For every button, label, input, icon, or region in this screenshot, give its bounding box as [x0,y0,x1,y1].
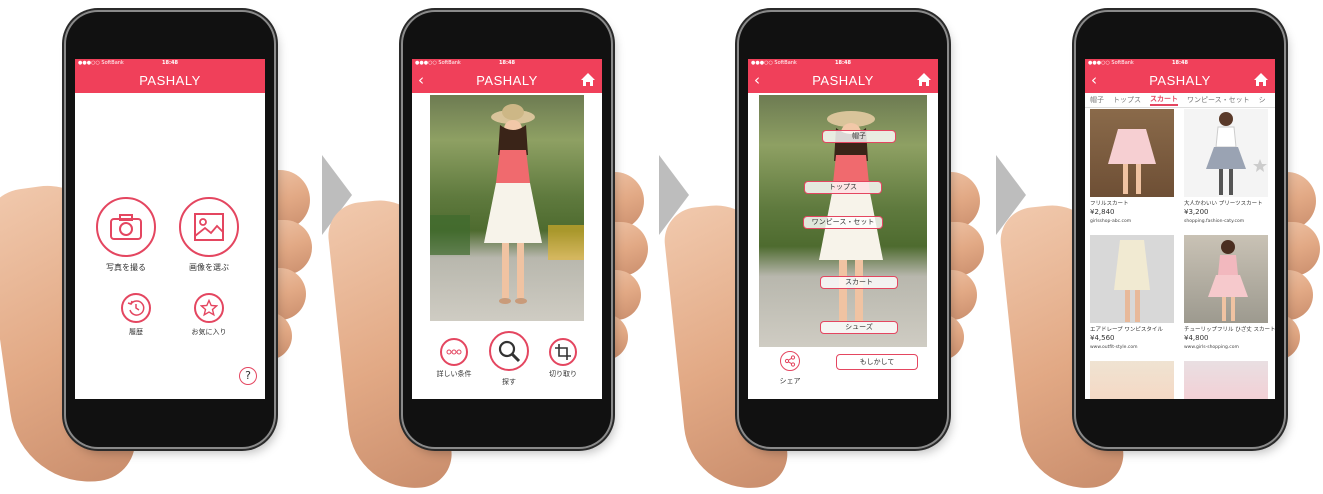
app-title: PASHALY [476,73,538,88]
app-title: PASHALY [139,73,201,88]
screen-search-results: ●●●○○ SoftBank 18:48 ‹ PASHALY 帽子 トップス ス… [1085,59,1275,399]
category-tabs: 帽子 トップス スカート ワンピース・セット シ [1085,93,1275,108]
phone-1: ●●●○○ SoftBank 18:48 PASHALY 写真を撮る 画像を選ぶ… [66,12,274,447]
clock: 18:48 [835,60,851,66]
product-shop: www.outfit-style.com [1090,345,1138,350]
product-card[interactable]: チューリップフリル ひざ丈 スカート ¥4,800 www.girls-shop… [1181,233,1275,357]
share-button[interactable] [780,351,800,371]
tab-skirt[interactable]: スカート [1150,94,1178,106]
take-photo-button[interactable] [96,197,156,257]
search-icon [498,340,521,363]
product-card[interactable] [1181,359,1271,399]
tag-hat[interactable]: 帽子 [822,130,896,143]
nav-bar: ‹ PASHALY [1085,68,1275,93]
status-bar: ●●●○○ SoftBank 18:48 [412,59,602,68]
detailed-conditions-button[interactable] [440,338,468,366]
clock: 18:48 [162,60,178,66]
product-name: チューリップフリル ひざ丈 スカート [1184,327,1275,333]
selected-photo [430,95,584,321]
take-photo-label: 写真を撮る [106,263,146,272]
product-price: ¥4,560 [1090,334,1115,342]
tag-shoes[interactable]: シューズ [820,321,898,334]
woman-figure-image [430,104,584,304]
product-image [1184,235,1268,323]
product-shop: www.girls-shopping.com [1184,345,1239,350]
search-label: 探す [502,378,516,386]
product-price: ¥4,800 [1184,334,1209,342]
favorites-label: お気に入り [191,328,227,336]
product-card[interactable]: フリルスカート ¥2,840 girlsshop-abc.com [1087,107,1177,231]
app-title: PASHALY [1149,73,1211,88]
screen-detected-items: ●●●○○ SoftBank 18:48 ‹ PASHALY 帽子 トップス ワ… [748,59,938,399]
crop-label: 切り取り [549,370,577,378]
choose-image-button[interactable] [179,197,239,257]
nav-bar: ‹ PASHALY [748,68,938,93]
detailed-conditions-label: 詳しい条件 [436,370,472,378]
product-image [1090,235,1174,323]
share-icon [784,355,796,367]
screen-home: ●●●○○ SoftBank 18:48 PASHALY 写真を撮る 画像を選ぶ… [75,59,265,399]
camera-icon [110,214,142,240]
crop-icon [555,344,571,360]
phone-3: ●●●○○ SoftBank 18:48 ‹ PASHALY 帽子 トップス ワ… [739,12,947,447]
status-bar: ●●●○○ SoftBank 18:48 [1085,59,1275,68]
clock: 18:48 [1172,60,1188,66]
help-button[interactable]: ? [239,367,257,385]
share-label: シェア [779,377,801,385]
app-title: PASHALY [812,73,874,88]
clock: 18:48 [499,60,515,66]
product-name: 大人かわいい プリーツスカート [1184,201,1263,207]
product-shop: shopping.fashion-caty.com [1184,219,1245,224]
choose-image-label: 画像を選ぶ [189,263,229,272]
product-card[interactable]: 大人かわいい プリーツスカート ¥3,200 shopping.fashion-… [1181,107,1271,231]
star-icon [200,299,218,317]
screen-photo-preview: ●●●○○ SoftBank 18:48 ‹ PASHALY 詳しい条件 探す … [412,59,602,399]
product-card[interactable] [1087,359,1177,399]
nav-bar: PASHALY [75,68,265,93]
tag-tops[interactable]: トップス [804,181,882,194]
product-image [1184,361,1268,399]
home-icon[interactable] [1253,72,1269,87]
crop-button[interactable] [549,338,577,366]
product-card[interactable]: エアドレープ ワンピスタイル ¥4,560 www.outfit-style.c… [1087,233,1177,357]
tag-skirt[interactable]: スカート [820,276,898,289]
tab-hat[interactable]: 帽子 [1090,95,1104,105]
tab-shoes[interactable]: シ [1259,95,1266,105]
status-bar: ●●●○○ SoftBank 18:48 [75,59,265,68]
maybe-button[interactable]: もしかして [836,354,918,370]
product-price: ¥3,200 [1184,208,1209,216]
history-label: 履歴 [129,328,143,336]
search-button[interactable] [489,331,529,371]
product-shop: girlsshop-abc.com [1090,219,1132,224]
product-image [1090,109,1174,197]
tag-onepiece-set[interactable]: ワンピース・セット [803,216,883,229]
product-image [1184,109,1268,197]
help-icon: ? [245,369,251,382]
more-options-icon [446,349,462,355]
nav-bar: ‹ PASHALY [412,68,602,93]
status-bar: ●●●○○ SoftBank 18:48 [748,59,938,68]
home-icon[interactable] [916,72,932,87]
phone-2: ●●●○○ SoftBank 18:48 ‹ PASHALY 詳しい条件 探す … [403,12,611,447]
image-icon [194,213,224,241]
history-button[interactable] [121,293,151,323]
product-name: フリルスカート [1090,201,1129,207]
favorites-button[interactable] [194,293,224,323]
home-icon[interactable] [580,72,596,87]
tab-tops[interactable]: トップス [1113,95,1141,105]
history-icon [127,300,145,316]
product-name: エアドレープ ワンピスタイル [1090,327,1163,333]
tab-onepiece-set[interactable]: ワンピース・セット [1187,95,1250,105]
product-price: ¥2,840 [1090,208,1115,216]
phone-4: ●●●○○ SoftBank 18:48 ‹ PASHALY 帽子 トップス ス… [1076,12,1284,447]
product-image [1090,361,1174,399]
